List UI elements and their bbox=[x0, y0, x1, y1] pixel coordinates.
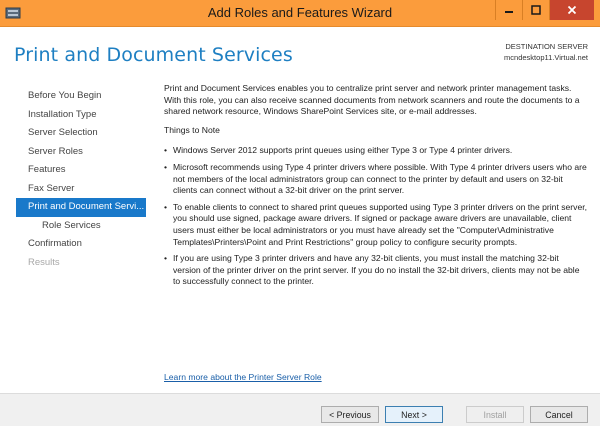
nav-item-print-document-services[interactable]: Print and Document Servi... bbox=[16, 198, 146, 217]
cancel-button[interactable]: Cancel bbox=[530, 406, 588, 423]
destination-server-label: DESTINATION SERVER bbox=[505, 42, 588, 51]
intro-text: Print and Document Services enables you … bbox=[164, 83, 580, 117]
minimize-icon bbox=[505, 11, 513, 13]
window-controls bbox=[495, 0, 594, 20]
role-description: Print and Document Services enables you … bbox=[164, 83, 588, 293]
nav-item-results: Results bbox=[28, 256, 60, 268]
wizard-body: Print and Document Services DESTINATION … bbox=[0, 27, 600, 426]
minimize-button[interactable] bbox=[495, 0, 522, 20]
title-bar[interactable]: Add Roles and Features Wizard bbox=[0, 0, 600, 27]
list-item: Windows Server 2012 supports print queue… bbox=[164, 145, 588, 157]
destination-server-info: DESTINATION SERVER mcndesktop11.Virtual.… bbox=[504, 41, 588, 63]
previous-button[interactable]: < Previous bbox=[321, 406, 379, 423]
notes-list: Windows Server 2012 supports print queue… bbox=[164, 145, 588, 288]
close-icon bbox=[567, 5, 577, 15]
list-item: If you are using Type 3 printer drivers … bbox=[164, 253, 588, 288]
nav-item-installation-type[interactable]: Installation Type bbox=[16, 106, 146, 125]
maximize-icon bbox=[531, 5, 541, 15]
maximize-button[interactable] bbox=[522, 0, 549, 20]
close-button[interactable] bbox=[549, 0, 594, 20]
list-item: To enable clients to connect to shared p… bbox=[164, 202, 588, 248]
things-to-note-heading: Things to Note bbox=[164, 124, 220, 135]
nav-item-confirmation[interactable]: Confirmation bbox=[16, 235, 146, 254]
nav-item-fax-server[interactable]: Fax Server bbox=[16, 180, 146, 199]
wizard-footer: < Previous Next > Install Cancel bbox=[0, 393, 600, 426]
list-item: Microsoft recommends using Type 4 printe… bbox=[164, 162, 588, 197]
nav-item-server-selection[interactable]: Server Selection bbox=[16, 124, 146, 143]
wizard-navigation: Before You Begin Installation Type Serve… bbox=[16, 87, 146, 272]
nav-item-server-roles[interactable]: Server Roles bbox=[16, 143, 146, 162]
nav-item-features[interactable]: Features bbox=[16, 161, 146, 180]
next-button[interactable]: Next > bbox=[385, 406, 443, 423]
nav-item-before-you-begin[interactable]: Before You Begin bbox=[16, 87, 146, 106]
destination-server-name: mcndesktop11.Virtual.net bbox=[504, 53, 588, 62]
install-button: Install bbox=[466, 406, 524, 423]
page-title: Print and Document Services bbox=[14, 44, 293, 66]
nav-item-role-services[interactable]: Role Services bbox=[16, 217, 146, 236]
learn-more-link[interactable]: Learn more about the Printer Server Role bbox=[164, 372, 322, 382]
